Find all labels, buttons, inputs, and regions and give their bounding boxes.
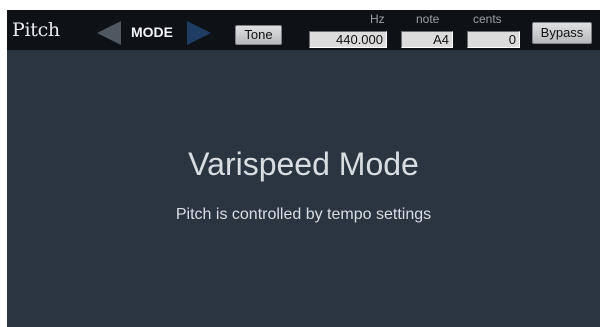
hz-label: Hz (370, 12, 385, 26)
mode-label: MODE (131, 24, 173, 40)
cents-field[interactable]: 0 (467, 31, 520, 48)
pitch-plugin-window: Pitch MODE Tone Hz 440.000 note A4 cents… (7, 10, 600, 327)
prev-mode-icon[interactable] (97, 21, 121, 45)
plugin-toolbar: Pitch MODE Tone Hz 440.000 note A4 cents… (7, 10, 600, 50)
note-field[interactable]: A4 (401, 31, 453, 48)
next-mode-icon[interactable] (187, 21, 211, 45)
plugin-title: Pitch (12, 19, 60, 41)
mode-description: Pitch is controlled by tempo settings (175, 206, 432, 223)
cents-label: cents (473, 12, 502, 26)
hz-field[interactable]: 440.000 (309, 31, 387, 48)
tone-button[interactable]: Tone (235, 25, 282, 45)
mode-heading: Varispeed Mode (188, 146, 419, 182)
note-label: note (416, 12, 440, 26)
bypass-button[interactable]: Bypass (532, 22, 592, 44)
